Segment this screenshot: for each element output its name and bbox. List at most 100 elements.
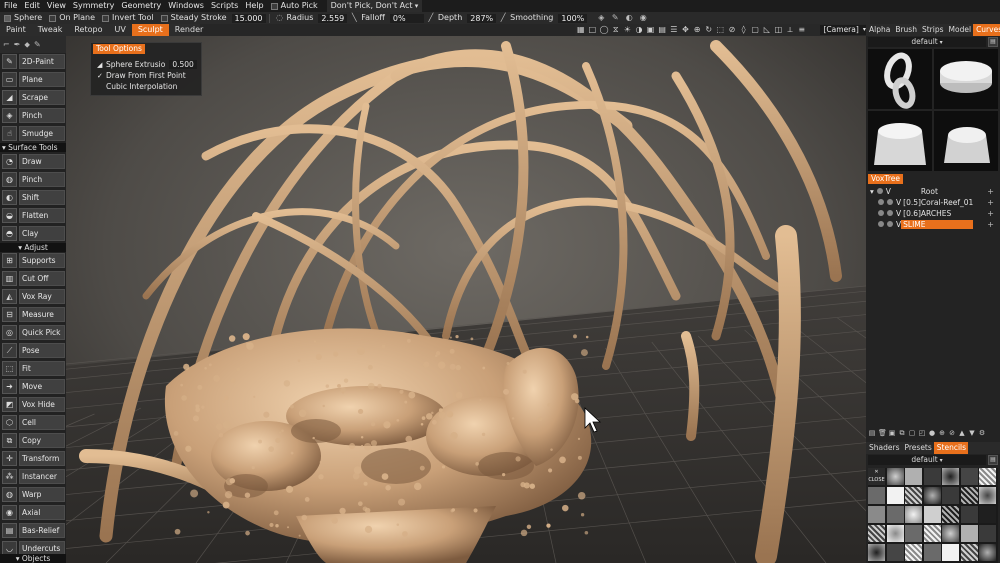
stencil-thumbnail[interactable] (960, 468, 978, 485)
picker-icon[interactable]: ◉ (639, 14, 647, 22)
tab-paint[interactable]: Paint (0, 24, 32, 36)
tab-alpha[interactable]: Alpha (866, 24, 892, 36)
add-layer-icon[interactable]: + (987, 187, 994, 196)
add-layer-icon[interactable]: + (987, 209, 994, 218)
tool-2d-paint[interactable]: ✎ 2D-Paint (0, 53, 66, 70)
ghost-icon[interactable] (887, 199, 893, 205)
frame-icon[interactable]: □ (588, 25, 598, 35)
menu-icon[interactable]: ▤ (988, 455, 998, 465)
menu-view[interactable]: View (43, 0, 69, 12)
stencil-thumbnail[interactable] (905, 468, 922, 485)
tool-pinch-top[interactable]: ◈ Pinch (0, 107, 66, 124)
settings-icon[interactable]: ⚙ (978, 429, 986, 437)
arrow-down-icon[interactable]: ▼ (968, 429, 976, 437)
section-surface-tools[interactable]: ▾ Surface Tools (0, 143, 66, 152)
draw-from-first-point-row[interactable]: ✓ Draw From First Point (97, 71, 186, 80)
tool-move[interactable]: ➜ Move (0, 378, 66, 395)
tool-pinch[interactable]: ◍ Pinch (0, 171, 66, 188)
sphere-checkbox[interactable] (4, 14, 11, 22)
list-icon[interactable]: ▤ (868, 429, 876, 437)
zoom-icon[interactable]: ⊕ (692, 25, 702, 35)
tab-shaders[interactable]: Shaders (866, 442, 901, 454)
tab-model[interactable]: Model (946, 24, 974, 36)
list-icon[interactable]: ≡ (797, 25, 807, 35)
tool-clay[interactable]: ◓ Clay (0, 225, 66, 242)
cube-icon[interactable]: ▢ (908, 429, 916, 437)
stencil-thumbnail[interactable] (905, 544, 922, 561)
tool-vox-ray[interactable]: ◭ Vox Ray (0, 288, 66, 305)
cube-icon[interactable]: ▢ (750, 25, 760, 35)
stencil-thumbnail[interactable] (886, 506, 904, 523)
stencil-thumbnail[interactable] (886, 468, 904, 485)
tool-measure[interactable]: ⊟ Measure (0, 306, 66, 323)
tool-plane[interactable]: ▭ Plane (0, 71, 66, 88)
sculpt-viewport[interactable] (66, 36, 866, 563)
stencil-thumbnail[interactable] (979, 487, 996, 504)
stencil-thumbnail[interactable] (942, 544, 959, 561)
tree-row-slime[interactable]: V SLIME + (878, 219, 998, 229)
stencil-thumbnail[interactable] (868, 506, 885, 523)
stencil-thumbnail[interactable] (960, 544, 978, 561)
stencil-thumbnail[interactable] (905, 525, 922, 542)
tool-instancer[interactable]: ⁂ Instancer (0, 468, 66, 485)
eye-icon[interactable] (876, 188, 883, 194)
section-objects[interactable]: ▾ Objects (0, 554, 66, 563)
menu-file[interactable]: File (0, 0, 20, 12)
tab-render[interactable]: Render (169, 24, 209, 36)
stencil-thumbnail[interactable] (923, 468, 941, 485)
stencil-thumbnail[interactable] (923, 544, 941, 561)
tool-bas-relief[interactable]: ▤ Bas-Relief (0, 522, 66, 539)
pencil-icon[interactable]: ✎ (34, 40, 41, 49)
stencil-thumbnail[interactable] (942, 506, 959, 523)
stencil-thumbnail[interactable] (868, 525, 885, 542)
sphere-icon[interactable]: ● (928, 429, 936, 437)
invert-tool-checkbox[interactable] (102, 14, 110, 22)
brush-stroke-icon[interactable]: ⌐ (3, 40, 10, 49)
tab-curves[interactable]: Curves (973, 24, 1000, 36)
merge-icon[interactable]: ⊕ (938, 429, 946, 437)
thumb-stump-b[interactable] (934, 111, 998, 171)
stencil-thumbnail[interactable] (886, 487, 904, 504)
tab-tweak[interactable]: Tweak (32, 24, 69, 36)
pick-mode-dropdown[interactable]: Don't Pick, Don't Act (326, 0, 423, 12)
light-icon[interactable]: ☀ (623, 25, 633, 35)
steady-stroke-field[interactable]: 15.000 (231, 13, 266, 23)
tool-options-title[interactable]: Tool Options (93, 44, 145, 54)
move-view-icon[interactable]: ✥ (681, 25, 691, 35)
tab-strips[interactable]: Strips (919, 24, 946, 36)
add-layer-icon[interactable]: + (987, 220, 994, 229)
tab-voxtree[interactable]: VoxTree (868, 174, 903, 184)
brush-icon[interactable]: ✎ (611, 14, 619, 22)
menu-geometry[interactable]: Geometry (117, 0, 164, 12)
stencil-thumbnail[interactable] (905, 506, 922, 523)
tool-cell[interactable]: ⬡ Cell (0, 414, 66, 431)
thumb-stump-a[interactable] (868, 111, 932, 171)
tool-transform[interactable]: ✛ Transform (0, 450, 66, 467)
brush-tip-icon[interactable]: ⬥ (24, 40, 30, 50)
menu-scripts[interactable]: Scripts (207, 0, 241, 12)
symmetry-icon[interactable]: ⧖ (611, 25, 621, 35)
menu-symmetry[interactable]: Symmetry (69, 0, 117, 12)
smooth-icon[interactable]: ◯ (599, 25, 609, 35)
thumb-studded-disc[interactable] (934, 49, 998, 109)
tool-vox-hide[interactable]: ◩ Vox Hide (0, 396, 66, 413)
ghost-icon[interactable] (887, 221, 893, 227)
tab-sculpt[interactable]: Sculpt (131, 24, 169, 36)
tab-presets[interactable]: Presets (901, 442, 933, 454)
sphere-extrusion-row[interactable]: ◢ Sphere Extrusio 0.500 (97, 60, 197, 69)
stencil-thumbnail[interactable] (979, 468, 996, 485)
grid-icon[interactable]: ▦ (576, 25, 586, 35)
menu-edit[interactable]: Edit (20, 0, 43, 12)
stencil-thumbnail[interactable] (868, 544, 885, 561)
tab-uv[interactable]: UV (108, 24, 131, 36)
steady-stroke-checkbox[interactable] (160, 14, 168, 22)
color-icon[interactable]: ◑ (634, 25, 644, 35)
perspective-icon[interactable]: ◺ (762, 25, 772, 35)
rotate-view-icon[interactable]: ↻ (704, 25, 714, 35)
stencil-thumbnail[interactable] (979, 544, 996, 561)
eye-icon[interactable] (878, 210, 884, 216)
shield-icon[interactable]: ◊ (739, 25, 749, 35)
auto-pick-checkbox[interactable] (270, 2, 278, 10)
menu-help[interactable]: Help (241, 0, 266, 12)
instance-icon[interactable]: ◰ (918, 429, 926, 437)
